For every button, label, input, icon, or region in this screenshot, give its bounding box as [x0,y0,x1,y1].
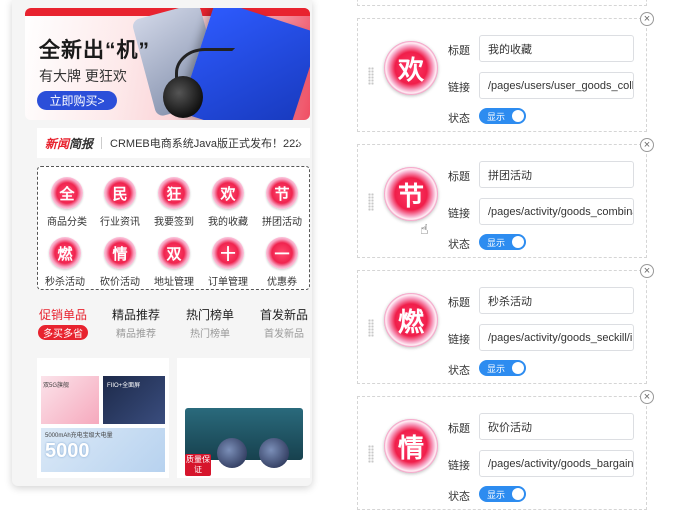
menu-config-item: × 情 标题 砍价活动 链接 /pages/activity/goods_bar… [357,390,654,510]
menu-item[interactable]: 一优惠券 [255,237,309,288]
menu-item[interactable]: 欢我的收藏 [201,177,255,228]
close-icon[interactable]: × [640,138,654,152]
menu-icon: 民 [104,177,136,209]
close-icon[interactable]: × [640,12,654,26]
menu-item[interactable]: 情砍价活动 [93,237,147,288]
menu-icon-upload[interactable]: 欢 [384,41,438,95]
menu-icon: 双 [158,237,190,269]
news-text: CRMEB电商系统Java版正式发布！2222 [110,138,298,150]
banner[interactable]: 全新出“机” 有大牌 更狂欢 立即购买> [25,8,310,120]
menu-icon: 燃 [49,237,81,269]
link-input[interactable]: /pages/activity/goods_bargain/index [479,450,634,477]
chevron-right-icon[interactable]: › [298,136,302,151]
menu-item[interactable]: 全商品分类 [40,177,94,228]
menu-config-item: × 燃 标题 秒杀活动 链接 /pages/activity/goods_sec… [357,264,654,384]
drag-handle-icon[interactable] [368,67,374,85]
menu-icon-upload[interactable]: 情 [384,419,438,473]
link-input[interactable]: /pages/activity/goods_seckill/index [479,324,634,351]
earphone-image [163,76,203,118]
menu-item[interactable]: 民行业资讯 [93,177,147,228]
menu-icon: 情 [104,237,136,269]
menu-icon-upload[interactable]: 节 [384,167,438,221]
menu-item[interactable]: 双地址管理 [147,237,201,288]
nav-menu: 全商品分类 民行业资讯 狂我要签到 欢我的收藏 节拼团活动 燃秒杀活动 情砍价活… [37,166,310,290]
link-input[interactable]: /pages/activity/goods_combination/index [479,198,634,225]
close-icon[interactable]: × [640,264,654,278]
menu-icon: 十 [212,237,244,269]
buy-now-button[interactable]: 立即购买> [37,91,117,110]
news-logo: 新闻简报 [45,136,94,151]
menu-item[interactable]: 狂我要签到 [147,177,201,228]
banner-subtitle: 有大牌 更狂欢 [39,68,127,84]
menu-item[interactable]: 燃秒杀活动 [38,237,92,288]
drag-handle-icon[interactable] [368,193,374,211]
link-input[interactable]: /pages/users/user_goods_collection/index [479,72,634,99]
hand-cursor-icon: ☝ [420,221,429,237]
phone-preview: 全新出“机” 有大牌 更狂欢 立即购买> 新闻简报 CRMEB电商系统Java版… [12,0,312,486]
drag-handle-icon[interactable] [368,445,374,463]
title-input[interactable]: 拼团活动 [479,161,634,188]
menu-icon-upload[interactable]: 燃 [384,293,438,347]
menu-icon: 欢 [212,177,244,209]
drag-handle-icon[interactable] [368,319,374,337]
tab-recommended[interactable]: 精品推荐 精品推荐 [104,306,168,340]
menu-icon: 一 [266,237,298,269]
status-toggle[interactable]: 显示 [479,108,526,124]
quality-badge: 质量保证 [185,454,211,476]
menu-item[interactable]: 十订单管理 [201,237,255,288]
menu-icon: 狂 [158,177,190,209]
status-toggle[interactable]: 显示 [479,360,526,376]
tab-hot[interactable]: 热门榜单 热门榜单 [178,306,242,340]
menu-icon: 节 [266,177,298,209]
menu-config-item: × 节 标题 拼团活动 链接 /pages/activity/goods_com… [357,138,654,258]
status-toggle[interactable]: 显示 [479,486,526,502]
menu-item[interactable]: 节拼团活动 [255,177,309,228]
title-input[interactable]: 秒杀活动 [479,287,634,314]
menu-icon: 全 [51,177,83,209]
tab-new[interactable]: 首发新品 首发新品 [252,306,312,340]
status-toggle[interactable]: 显示 [479,234,526,250]
menu-config-item: × 欢 标题 我的收藏 链接 /pages/users/user_goods_c… [357,12,654,132]
tab-promotion[interactable]: 促销单品 多买多省 [31,306,95,342]
close-icon[interactable]: × [640,390,654,404]
news-bar[interactable]: 新闻简报 CRMEB电商系统Java版正式发布！2222 › [37,128,310,158]
product-card-earphones[interactable]: 质量保证 [177,358,310,478]
title-input[interactable]: 我的收藏 [479,35,634,62]
product-card-phones[interactable]: FIIO+全面屏 双5G旗舰 5000mAh充电宝级大电量 5000 [37,358,169,478]
product-tabs: 促销单品 多买多省 精品推荐 精品推荐 热门榜单 热门榜单 首发新品 首发新品 [37,306,310,340]
menu-editor: × 欢 标题 我的收藏 链接 /pages/users/user_goods_c… [357,0,654,513]
banner-title: 全新出“机” [39,39,150,62]
title-input[interactable]: 砍价活动 [479,413,634,440]
